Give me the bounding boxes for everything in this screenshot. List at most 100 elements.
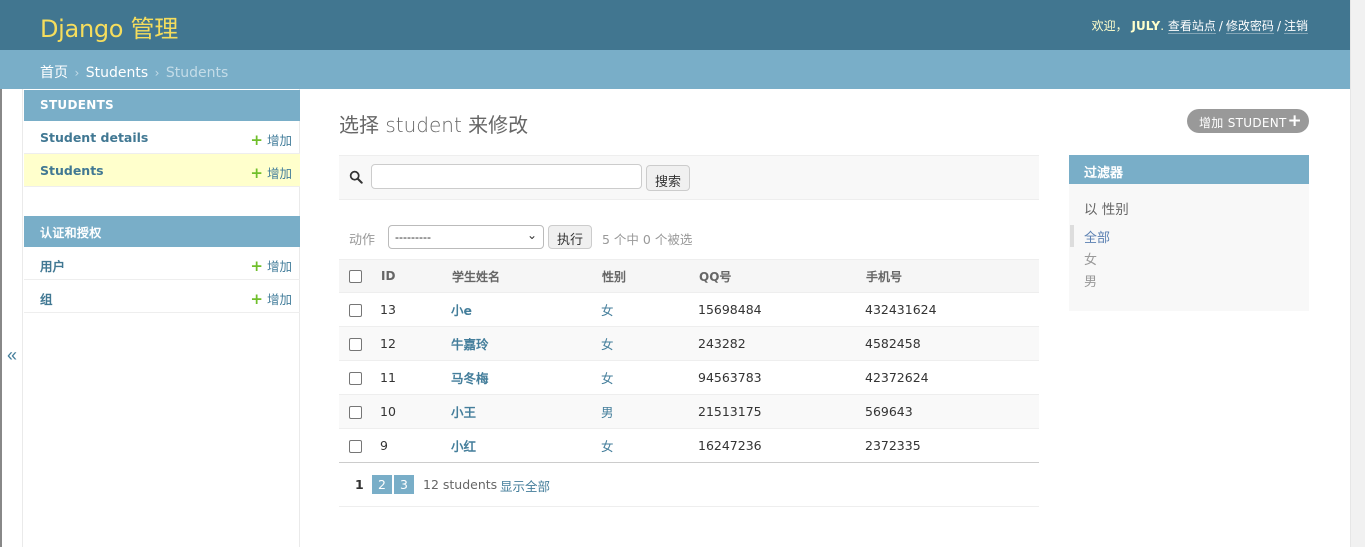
separator: / bbox=[1276, 19, 1281, 33]
go-button[interactable]: 执行 bbox=[548, 225, 593, 249]
logout-link[interactable]: 注销 bbox=[1283, 19, 1308, 34]
cell-id: 10 bbox=[375, 394, 446, 429]
plus-icon: + bbox=[1287, 111, 1302, 131]
sidebar-item-students: Students + 增加 bbox=[24, 154, 300, 187]
cell-id: 9 bbox=[375, 428, 446, 463]
search-input[interactable] bbox=[371, 164, 642, 189]
results-table: ID 学生姓名 性别 QQ号 手机号 13 小e 女 15698484 4324… bbox=[339, 259, 1039, 463]
separator: / bbox=[1218, 19, 1223, 33]
cell-qq: 94563783 bbox=[693, 360, 860, 395]
add-link[interactable]: + 增加 bbox=[250, 163, 292, 182]
filter-title: 过滤器 bbox=[1069, 155, 1309, 184]
module-caption[interactable]: 认证和授权 bbox=[24, 216, 300, 247]
module-caption[interactable]: STUDENTS bbox=[24, 90, 300, 121]
current-page: 1 bbox=[355, 477, 364, 492]
search-button[interactable]: 搜索 bbox=[646, 165, 691, 191]
cell-id: 12 bbox=[375, 326, 446, 361]
action-select[interactable]: --------- ⌄ bbox=[388, 225, 544, 249]
add-student-button[interactable]: 增加 STUDENT + bbox=[1187, 109, 1309, 133]
breadcrumb-arrow: › bbox=[154, 66, 160, 80]
select-all-checkbox[interactable] bbox=[349, 270, 362, 283]
filter-panel: 过滤器 以 性别 全部 女 男 bbox=[1069, 155, 1309, 311]
plus-icon: + bbox=[250, 257, 263, 275]
search-icon bbox=[349, 170, 363, 184]
column-header-id[interactable]: ID bbox=[375, 259, 446, 293]
sidebar-item-student-details: Student details + 增加 bbox=[24, 121, 300, 154]
add-link[interactable]: + 增加 bbox=[250, 256, 292, 275]
row-checkbox[interactable] bbox=[349, 440, 362, 453]
cell-phone: 432431624 bbox=[860, 292, 1039, 327]
view-site-link[interactable]: 查看站点 bbox=[1167, 19, 1216, 34]
show-all-link[interactable]: 显示全部 bbox=[500, 476, 550, 495]
result-count: 12 students bbox=[423, 477, 498, 492]
student-link[interactable]: 马冬梅 bbox=[451, 371, 489, 386]
row-checkbox[interactable] bbox=[349, 406, 362, 419]
sidebar-item-label[interactable]: Student details bbox=[40, 130, 148, 145]
action-label: 动作 bbox=[349, 233, 376, 248]
select-all-cell bbox=[339, 259, 375, 293]
cell-phone: 569643 bbox=[860, 394, 1039, 429]
sidebar-item-users: 用户 + 增加 bbox=[24, 247, 300, 280]
paginator: 1 2 3 12 students 显示全部 bbox=[339, 466, 1039, 507]
page-link[interactable]: 3 bbox=[394, 475, 414, 494]
cell-id: 11 bbox=[375, 360, 446, 395]
page-link[interactable]: 2 bbox=[372, 475, 392, 494]
row-checkbox[interactable] bbox=[349, 338, 362, 351]
column-header-name[interactable]: 学生姓名 bbox=[446, 259, 596, 293]
welcome-text: 欢迎， bbox=[1091, 19, 1128, 33]
table-row: 12 牛嘉玲 女 243282 4582458 bbox=[339, 326, 1039, 361]
cell-sex: 男 bbox=[601, 405, 614, 420]
toggle-sidebar-button[interactable]: « bbox=[0, 89, 23, 547]
breadcrumb-app[interactable]: Students bbox=[86, 65, 148, 81]
cell-sex: 女 bbox=[601, 337, 614, 352]
column-header-sex[interactable]: 性别 bbox=[596, 259, 693, 293]
username: JULY bbox=[1131, 19, 1161, 33]
student-link[interactable]: 小王 bbox=[451, 405, 476, 420]
filter-option-all[interactable]: 全部 bbox=[1084, 227, 1110, 246]
cell-qq: 243282 bbox=[693, 326, 860, 361]
filter-option-female[interactable]: 女 bbox=[1084, 249, 1097, 268]
table-row: 13 小e 女 15698484 432431624 bbox=[339, 292, 1039, 327]
column-header-phone[interactable]: 手机号 bbox=[860, 259, 1039, 293]
add-link[interactable]: + 增加 bbox=[250, 130, 292, 149]
actions-bar: 动作 --------- ⌄ 执行 5 个中 0 个被选 bbox=[339, 220, 1039, 256]
user-tools: 欢迎， JULY. 查看站点 / 修改密码 / 注销 bbox=[1091, 19, 1308, 34]
sidebar-item-label[interactable]: 用户 bbox=[40, 259, 65, 274]
selection-counter: 5 个中 0 个被选 bbox=[602, 232, 693, 247]
table-row: 11 马冬梅 女 94563783 42372624 bbox=[339, 360, 1039, 395]
site-brand[interactable]: Django 管理 bbox=[40, 9, 178, 44]
student-link[interactable]: 小e bbox=[451, 303, 472, 318]
column-header-qq[interactable]: QQ号 bbox=[693, 259, 860, 293]
row-checkbox[interactable] bbox=[349, 372, 362, 385]
table-row: 9 小红 女 16247236 2372335 bbox=[339, 428, 1039, 463]
cell-phone: 42372624 bbox=[860, 360, 1039, 395]
selected-indicator bbox=[1070, 225, 1074, 247]
cell-qq: 21513175 bbox=[693, 394, 860, 429]
nav-sidebar: STUDENTS Student details + 增加 Students + 增… bbox=[23, 89, 300, 547]
sidebar-item-label[interactable]: Students bbox=[40, 163, 104, 178]
add-link[interactable]: + 增加 bbox=[250, 289, 292, 308]
filter-option-male[interactable]: 男 bbox=[1084, 271, 1097, 290]
vertical-scrollbar[interactable] bbox=[1350, 0, 1365, 547]
student-link[interactable]: 牛嘉玲 bbox=[451, 337, 489, 352]
student-link[interactable]: 小红 bbox=[451, 439, 476, 454]
cell-sex: 女 bbox=[601, 439, 614, 454]
cell-qq: 16247236 bbox=[693, 428, 860, 463]
change-password-link[interactable]: 修改密码 bbox=[1225, 19, 1274, 34]
plus-icon: + bbox=[250, 290, 263, 308]
cell-id: 13 bbox=[375, 292, 446, 327]
sidebar-item-label[interactable]: 组 bbox=[40, 292, 53, 307]
filter-heading: 以 性别 bbox=[1084, 202, 1129, 218]
header: Django 管理 欢迎， JULY. 查看站点 / 修改密码 / 注销 bbox=[0, 0, 1350, 50]
page-title: 选择 student 来修改 bbox=[339, 113, 529, 137]
breadcrumb-home[interactable]: 首页 bbox=[40, 65, 68, 81]
breadcrumb-arrow: › bbox=[74, 66, 80, 80]
cell-sex: 女 bbox=[601, 303, 614, 318]
row-checkbox[interactable] bbox=[349, 304, 362, 317]
module-auth: 认证和授权 用户 + 增加 组 + 增加 bbox=[24, 216, 300, 313]
collapse-icon: « bbox=[7, 345, 18, 365]
breadcrumb: 首页 › Students › Students bbox=[0, 50, 1350, 89]
search-bar: 搜索 bbox=[339, 155, 1039, 200]
cell-qq: 15698484 bbox=[693, 292, 860, 327]
plus-icon: + bbox=[250, 164, 263, 182]
